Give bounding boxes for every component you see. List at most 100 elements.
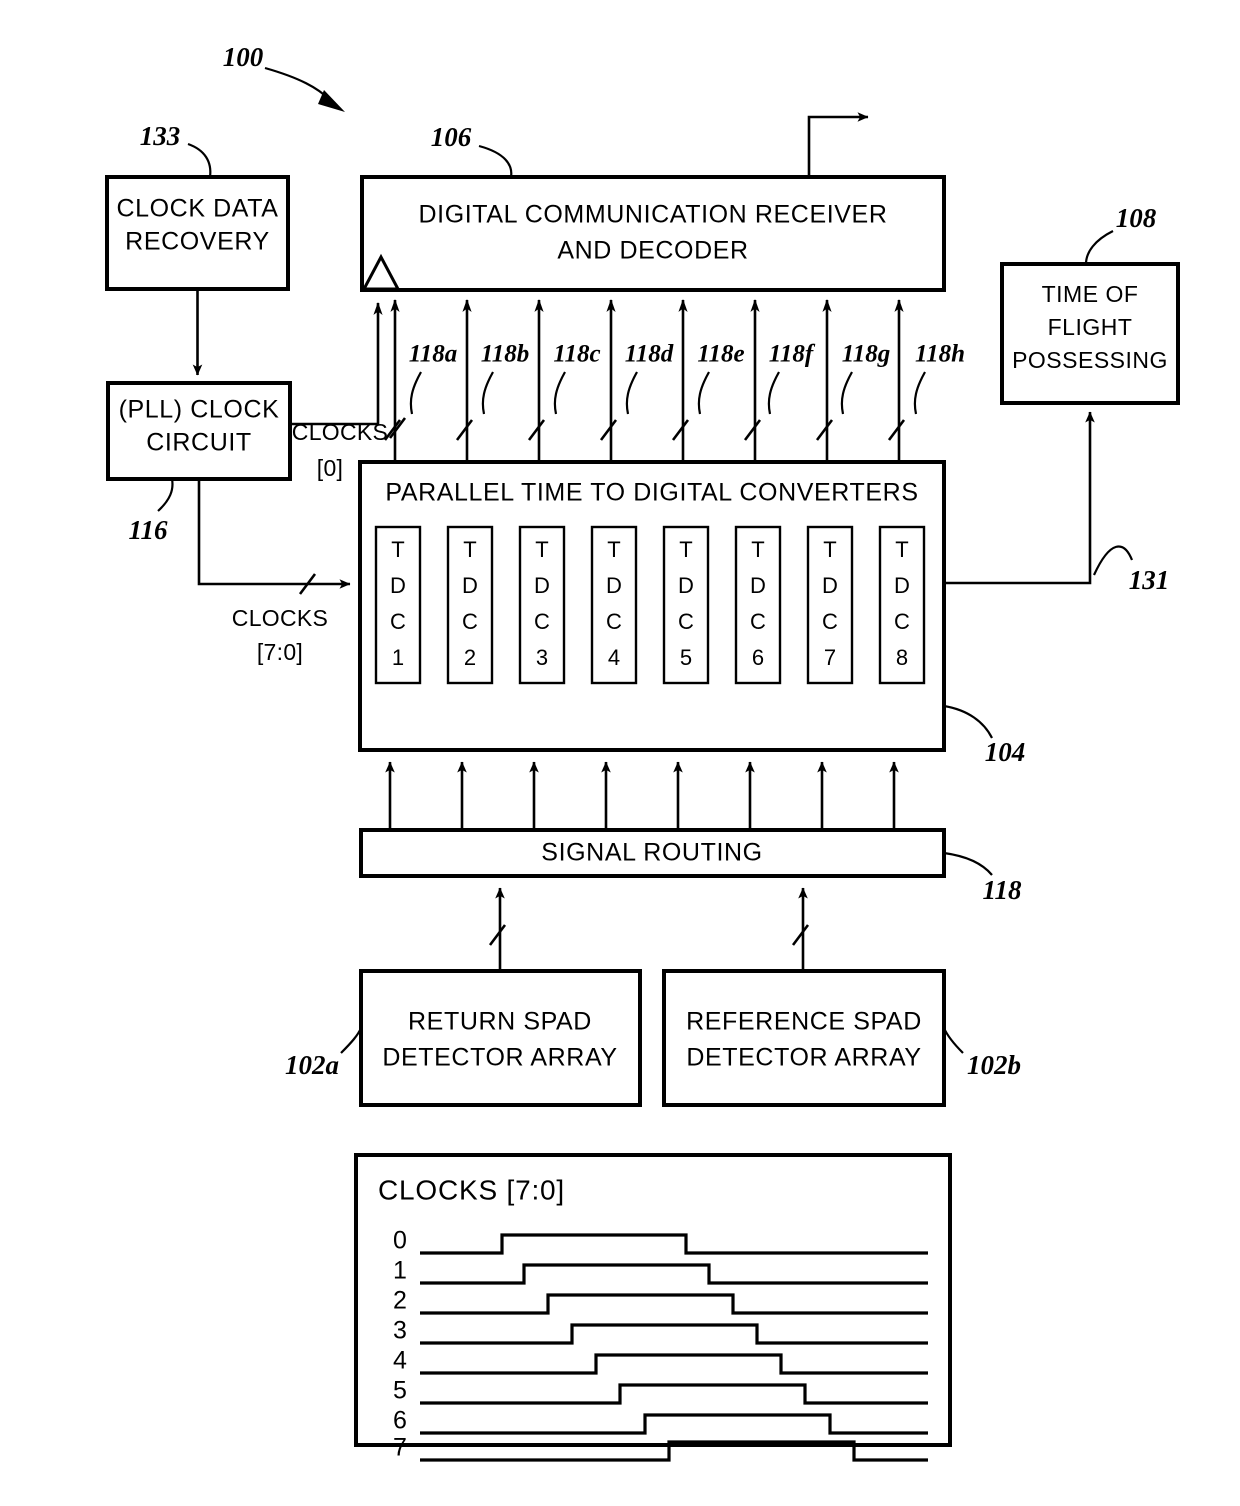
- tdc-unit-4-char-0: T: [607, 537, 620, 562]
- ref-102b-text: 102b: [967, 1050, 1021, 1080]
- tdc-unit-2-char-0: T: [463, 537, 476, 562]
- signal-ref-118a: 118a: [409, 341, 458, 368]
- tdc-unit-7[interactable]: T D C 7: [806, 525, 854, 685]
- timing-row-label-0: 0: [393, 1227, 407, 1255]
- signal-ref-118f: 118f: [769, 341, 816, 368]
- reference-spad-label-line2: DETECTOR ARRAY: [686, 1044, 921, 1072]
- ref-131-text: 131: [1129, 565, 1170, 595]
- figure-number-callout: 100: [223, 42, 345, 112]
- clocks-bus-label-line1: CLOCKS: [232, 605, 328, 631]
- return-spad-detector-array-block[interactable]: RETURN SPAD DETECTOR ARRAY: [359, 969, 642, 1107]
- reference-spad-detector-array-block[interactable]: REFERENCE SPAD DETECTOR ARRAY: [662, 969, 946, 1107]
- tdc-unit-8-char-3: 8: [896, 645, 908, 670]
- timing-row-label-7: 7: [393, 1434, 407, 1462]
- timing-row-label-3: 3: [393, 1317, 407, 1345]
- signal-ref-118g: 118g: [842, 341, 891, 368]
- pll-clock-circuit-ref-callout: 116: [128, 478, 174, 545]
- tdc-unit-1[interactable]: T D C 1: [374, 525, 422, 685]
- tdc-to-receiver-signals: 118a 118b 118c 118d 118e 118f 118g 118h: [383, 299, 965, 462]
- tdc-unit-8[interactable]: T D C 8: [878, 525, 926, 685]
- ref-133-text: 133: [140, 121, 181, 151]
- tdc-unit-6[interactable]: T D C 6: [734, 525, 782, 685]
- timing-row-label-4: 4: [393, 1347, 407, 1375]
- digital-communication-receiver-box: [360, 175, 946, 292]
- time-of-flight-processing-block[interactable]: TIME OF FLIGHT POSSESSING: [1000, 262, 1180, 405]
- tdc-unit-1-char-0: T: [391, 537, 404, 562]
- timing-row-label-6: 6: [393, 1407, 407, 1435]
- return-spad-ref-callout: 102a: [285, 1027, 363, 1080]
- clock-data-recovery-block[interactable]: CLOCK DATA RECOVERY: [105, 175, 290, 291]
- clocks-bus-label-line2: [7:0]: [257, 639, 303, 665]
- tdc-unit-7-char-1: D: [822, 573, 838, 598]
- tdc-unit-8-char-2: C: [894, 609, 910, 634]
- signal-ref-118h: 118h: [915, 341, 965, 368]
- digital-communication-receiver-block[interactable]: DIGITAL COMMUNICATION RECEIVER AND DECOD…: [360, 175, 946, 292]
- pll-clock-circuit-label-line1: (PLL) CLOCK: [119, 396, 280, 424]
- signal-routing-block[interactable]: SIGNAL ROUTING: [359, 828, 946, 878]
- time-of-flight-label-line2: FLIGHT: [1048, 314, 1133, 340]
- signal-routing-label: SIGNAL ROUTING: [541, 839, 762, 867]
- tdc-unit-6-char-3: 6: [752, 645, 764, 670]
- spad-to-routing-connectors: [488, 887, 810, 971]
- figure-number-text: 100: [223, 42, 264, 72]
- clocks0-label-line2: [0]: [317, 455, 343, 481]
- parallel-tdc-label: PARALLEL TIME TO DIGITAL CONVERTERS: [385, 479, 918, 507]
- digital-communication-receiver-ref-callout: 106: [431, 122, 513, 178]
- parallel-tdc-ref-callout: 104: [943, 704, 1025, 767]
- pll-clock-circuit-block[interactable]: (PLL) CLOCK CIRCUIT: [106, 381, 292, 481]
- figure-canvas: 100 CLOCK DATA RECOVERY 133 (PLL) CLOCK …: [105, 42, 1180, 1462]
- timing-diagram-title: CLOCKS [7:0]: [378, 1174, 565, 1205]
- digital-communication-receiver-label-line2: AND DECODER: [557, 237, 748, 265]
- tdc-unit-5-char-3: 5: [680, 645, 692, 670]
- clocks-bus-route: CLOCKS [7:0]: [197, 479, 351, 665]
- tdc-unit-2-char-2: C: [462, 609, 478, 634]
- tdc-unit-3[interactable]: T D C 3: [518, 525, 566, 685]
- tdc-unit-7-char-2: C: [822, 609, 838, 634]
- tdc-unit-4-char-3: 4: [608, 645, 620, 670]
- timing-row-label-5: 5: [393, 1377, 407, 1405]
- tdc-unit-2-char-1: D: [462, 573, 478, 598]
- tdc-to-tof-connector: 131: [944, 411, 1170, 595]
- ref-108-text: 108: [1116, 203, 1157, 233]
- routing-to-tdc-arrows: [385, 761, 899, 830]
- clock-data-recovery-ref-callout: 133: [140, 121, 212, 178]
- timing-row-label-2: 2: [393, 1287, 407, 1315]
- clocks0-route: CLOCKS [0]: [290, 302, 407, 481]
- tdc-unit-7-char-3: 7: [824, 645, 836, 670]
- tdc-unit-1-char-1: D: [390, 573, 406, 598]
- tdc-unit-7-char-0: T: [823, 537, 836, 562]
- tdc-unit-6-char-1: D: [750, 573, 766, 598]
- tdc-unit-3-char-1: D: [534, 573, 550, 598]
- signal-ref-118c: 118c: [553, 341, 600, 368]
- signal-ref-118b: 118b: [481, 341, 530, 368]
- pll-clock-circuit-label-line2: CIRCUIT: [146, 429, 252, 457]
- timing-diagram-panel: CLOCKS [7:0] 0 1 2 3 4 5 6 7: [354, 1153, 952, 1462]
- tdc-unit-3-char-0: T: [535, 537, 548, 562]
- tdc-unit-4[interactable]: T D C 4: [590, 525, 638, 685]
- tdc-unit-2[interactable]: T D C 2: [446, 525, 494, 685]
- tdc-unit-8-char-1: D: [894, 573, 910, 598]
- tdc-unit-6-char-2: C: [750, 609, 766, 634]
- clocks0-bus-slash: [388, 417, 407, 439]
- patent-figure: 100 CLOCK DATA RECOVERY 133 (PLL) CLOCK …: [0, 0, 1240, 1506]
- timing-row-label-1: 1: [393, 1257, 407, 1285]
- digital-communication-receiver-label-line1: DIGITAL COMMUNICATION RECEIVER: [419, 201, 888, 229]
- signal-ref-118e: 118e: [697, 341, 744, 368]
- tdc-unit-4-char-2: C: [606, 609, 622, 634]
- tdc-unit-8-char-0: T: [895, 537, 908, 562]
- tdc-unit-5-char-1: D: [678, 573, 694, 598]
- ref-102a-text: 102a: [285, 1050, 339, 1080]
- tdc-unit-5-char-2: C: [678, 609, 694, 634]
- ref-118-text: 118: [982, 875, 1022, 905]
- clock-data-recovery-label-line1: CLOCK DATA: [116, 195, 278, 223]
- signal-routing-ref-callout: 118: [943, 851, 1022, 905]
- tdc-unit-6-char-0: T: [751, 537, 764, 562]
- reference-spad-detector-array-box: [662, 969, 946, 1107]
- clocks0-label-line1: CLOCKS: [292, 419, 388, 445]
- ref-116-text: 116: [128, 515, 168, 545]
- receiver-output-arrow: [807, 112, 869, 177]
- tdc-unit-4-char-1: D: [606, 573, 622, 598]
- clock-data-recovery-label-line2: RECOVERY: [125, 228, 270, 256]
- tdc-unit-1-char-3: 1: [392, 645, 404, 670]
- tdc-unit-5[interactable]: T D C 5: [662, 525, 710, 685]
